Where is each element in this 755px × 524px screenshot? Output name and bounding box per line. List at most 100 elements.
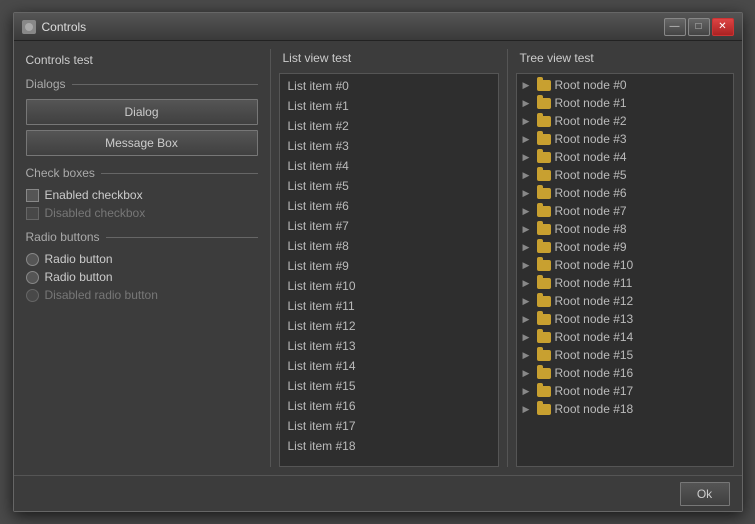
tree-item[interactable]: ▶Root node #10 bbox=[517, 256, 733, 274]
titlebar: Controls — □ ✕ bbox=[14, 13, 742, 41]
radio2[interactable] bbox=[26, 271, 39, 284]
tree-arrow-icon: ▶ bbox=[523, 206, 533, 217]
radio3-label: Disabled radio button bbox=[45, 288, 158, 302]
tree-item[interactable]: ▶Root node #3 bbox=[517, 130, 733, 148]
radio3-row: Disabled radio button bbox=[26, 288, 258, 302]
tree-arrow-icon: ▶ bbox=[523, 314, 533, 325]
tree-item[interactable]: ▶ Root node #7 bbox=[517, 202, 733, 220]
tree-node-label: Root node #7 bbox=[555, 204, 627, 218]
tree-node-label: Root node #17 bbox=[555, 384, 634, 398]
tree-item[interactable]: ▶Root node #6 bbox=[517, 184, 733, 202]
tree-scroll[interactable]: ▶Root node #0▶Root node #1▶Root node #2▶… bbox=[517, 74, 733, 466]
list-item[interactable]: List item #7 bbox=[280, 216, 498, 236]
list-item[interactable]: List item #12 bbox=[280, 316, 498, 336]
radio1-label: Radio button bbox=[45, 252, 113, 266]
tree-item[interactable]: ▶Root node #14 bbox=[517, 328, 733, 346]
radio2-row[interactable]: Radio button bbox=[26, 270, 258, 284]
tree-arrow-icon: ▶ bbox=[523, 224, 533, 235]
enabled-checkbox-row[interactable]: Enabled checkbox bbox=[26, 188, 258, 202]
tree-node-label: Root node #18 bbox=[555, 402, 634, 416]
list-item[interactable]: List item #8 bbox=[280, 236, 498, 256]
tree-node-label: Root node #16 bbox=[555, 366, 634, 380]
folder-icon bbox=[537, 332, 551, 343]
folder-icon bbox=[537, 80, 551, 91]
content-area: Controls test Dialogs Dialog Message Box… bbox=[14, 41, 742, 475]
folder-icon bbox=[537, 314, 551, 325]
list-item[interactable]: List item #6 bbox=[280, 196, 498, 216]
tree-arrow-icon: ▶ bbox=[523, 98, 533, 109]
radio-section-header: Radio buttons bbox=[26, 230, 258, 244]
tree-item[interactable]: ▶Root node #18 bbox=[517, 400, 733, 418]
divider-left-mid bbox=[270, 49, 271, 467]
disabled-checkbox bbox=[26, 207, 39, 220]
dialog-button[interactable]: Dialog bbox=[26, 99, 258, 125]
list-item[interactable]: List item #4 bbox=[280, 156, 498, 176]
list-item[interactable]: List item #18 bbox=[280, 436, 498, 456]
disabled-checkbox-row: Disabled checkbox bbox=[26, 206, 258, 220]
tree-node-label: Root node #6 bbox=[555, 186, 627, 200]
list-item[interactable]: List item #16 bbox=[280, 396, 498, 416]
tree-node-label: Root node #13 bbox=[555, 312, 634, 326]
list-item[interactable]: List item #15 bbox=[280, 376, 498, 396]
tree-item[interactable]: ▶Root node #17 bbox=[517, 382, 733, 400]
tree-item[interactable]: ▶Root node #8 bbox=[517, 220, 733, 238]
checkboxes-section-header: Check boxes bbox=[26, 166, 258, 180]
tree-item[interactable]: ▶Root node #12 bbox=[517, 292, 733, 310]
tree-item[interactable]: ▶Root node #11 bbox=[517, 274, 733, 292]
maximize-button[interactable]: □ bbox=[688, 18, 710, 36]
radio1-row[interactable]: Radio button bbox=[26, 252, 258, 266]
folder-icon bbox=[537, 116, 551, 127]
app-icon bbox=[22, 20, 36, 34]
list-item[interactable]: List item #2 bbox=[280, 116, 498, 136]
tree-item[interactable]: ▶ Root node #9 bbox=[517, 238, 733, 256]
folder-icon bbox=[537, 350, 551, 361]
list-item[interactable]: List item #3 bbox=[280, 136, 498, 156]
message-box-button[interactable]: Message Box bbox=[26, 130, 258, 156]
tree-arrow-icon: ▶ bbox=[523, 260, 533, 271]
tree-arrow-icon: ▶ bbox=[523, 170, 533, 181]
tree-item[interactable]: ▶Root node #0 bbox=[517, 76, 733, 94]
list-item[interactable]: List item #1 bbox=[280, 96, 498, 116]
list-item[interactable]: List item #10 bbox=[280, 276, 498, 296]
middle-panel: List view test List item #0List item #1L… bbox=[279, 49, 499, 467]
minimize-button[interactable]: — bbox=[664, 18, 686, 36]
tree-item[interactable]: ▶Root node #15 bbox=[517, 346, 733, 364]
list-item[interactable]: List item #17 bbox=[280, 416, 498, 436]
folder-icon bbox=[537, 188, 551, 199]
list-scroll[interactable]: List item #0List item #1List item #2List… bbox=[280, 74, 498, 466]
tree-node-label: Root node #12 bbox=[555, 294, 634, 308]
tree-item[interactable]: ▶Root node #2 bbox=[517, 112, 733, 130]
right-panel: Tree view test ▶Root node #0▶Root node #… bbox=[516, 49, 734, 467]
window-title: Controls bbox=[42, 20, 87, 34]
folder-icon bbox=[537, 296, 551, 307]
list-item[interactable]: List item #5 bbox=[280, 176, 498, 196]
ok-button[interactable]: Ok bbox=[680, 482, 730, 506]
enabled-checkbox[interactable] bbox=[26, 189, 39, 202]
tree-item[interactable]: ▶Root node #16 bbox=[517, 364, 733, 382]
window-controls: — □ ✕ bbox=[664, 18, 734, 36]
list-item[interactable]: List item #14 bbox=[280, 356, 498, 376]
folder-icon bbox=[537, 242, 551, 253]
folder-icon bbox=[537, 368, 551, 379]
close-button[interactable]: ✕ bbox=[712, 18, 734, 36]
radio1[interactable] bbox=[26, 253, 39, 266]
list-item[interactable]: List item #9 bbox=[280, 256, 498, 276]
tree-node-label: Root node #9 bbox=[555, 240, 627, 254]
tree-arrow-icon: ▶ bbox=[523, 350, 533, 361]
tree-node-label: Root node #0 bbox=[555, 78, 627, 92]
tree-node-label: Root node #11 bbox=[555, 276, 633, 290]
folder-icon bbox=[537, 386, 551, 397]
controls-test-title: Controls test bbox=[26, 53, 258, 67]
list-item[interactable]: List item #13 bbox=[280, 336, 498, 356]
tree-item[interactable]: ▶Root node #5 bbox=[517, 166, 733, 184]
list-item[interactable]: List item #0 bbox=[280, 76, 498, 96]
tree-node-label: Root node #14 bbox=[555, 330, 634, 344]
tree-item[interactable]: ▶Root node #4 bbox=[517, 148, 733, 166]
tree-item[interactable]: ▶Root node #1 bbox=[517, 94, 733, 112]
folder-icon bbox=[537, 278, 551, 289]
tree-arrow-icon: ▶ bbox=[523, 242, 533, 253]
enabled-checkbox-label: Enabled checkbox bbox=[45, 188, 143, 202]
list-item[interactable]: List item #11 bbox=[280, 296, 498, 316]
folder-icon bbox=[537, 206, 551, 217]
tree-item[interactable]: ▶ Root node #13 bbox=[517, 310, 733, 328]
